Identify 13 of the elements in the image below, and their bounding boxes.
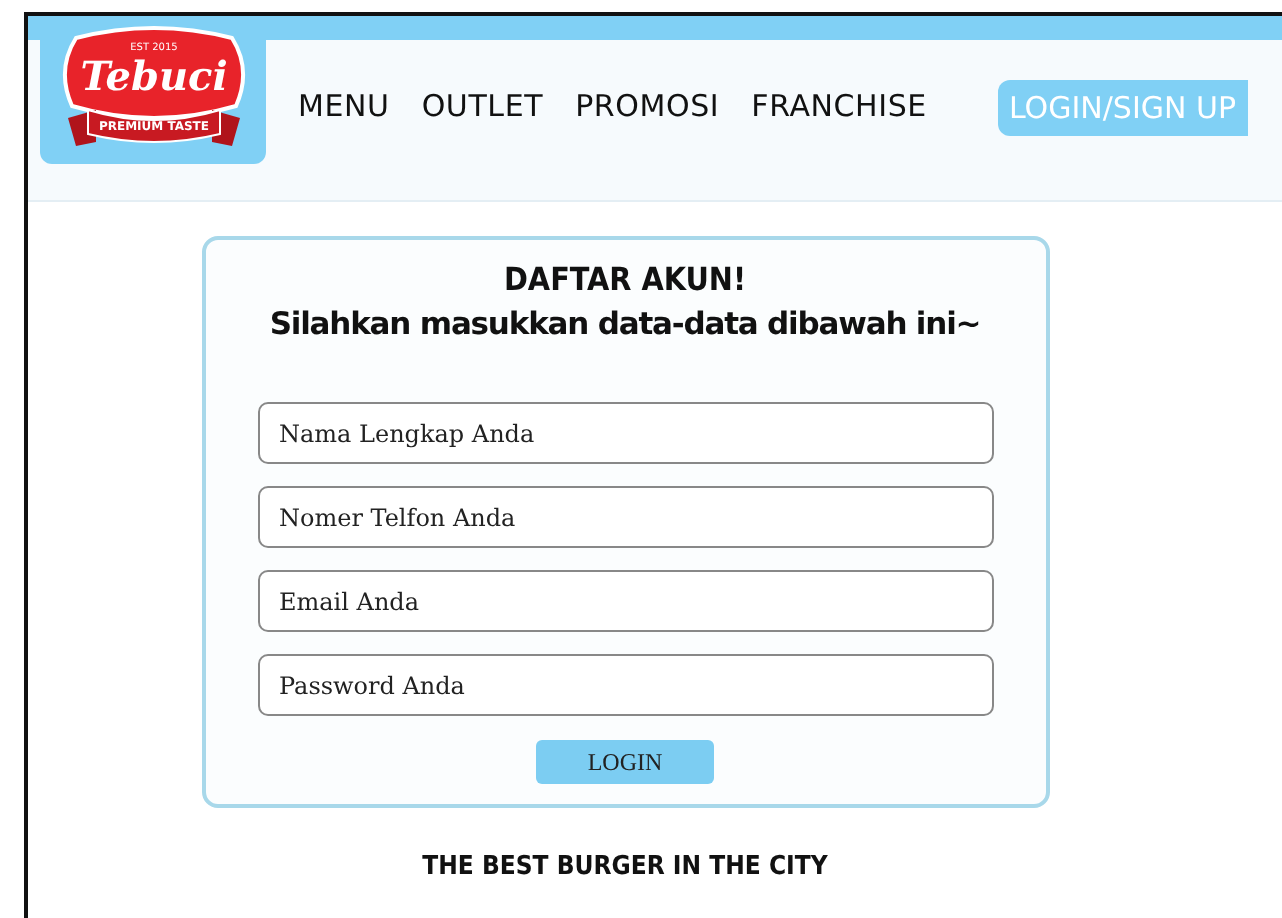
input-field[interactable]: Nomer Telfon Anda [257,486,993,548]
form-subtitle: Silahkan masukkan data-data dibawah ini~ [269,306,981,342]
input-field[interactable]: Nama Lengkap Anda [257,402,993,464]
nav-link[interactable]: PROMOSI [575,88,720,124]
nav-link[interactable]: FRANCHISE [751,88,927,124]
footer-tagline: THE BEST BURGER IN THE CITY [422,852,828,882]
logo-brand: Tebuci [79,52,227,100]
nav-link[interactable]: OUTLET [421,88,544,124]
input-field[interactable]: Password Anda [257,654,993,716]
input-field[interactable]: Email Anda [257,570,993,632]
form-title: DAFTAR AKUN! [503,260,747,298]
login-button[interactable]: LOGIN [536,740,714,784]
nav-link[interactable]: MENU [298,88,390,124]
